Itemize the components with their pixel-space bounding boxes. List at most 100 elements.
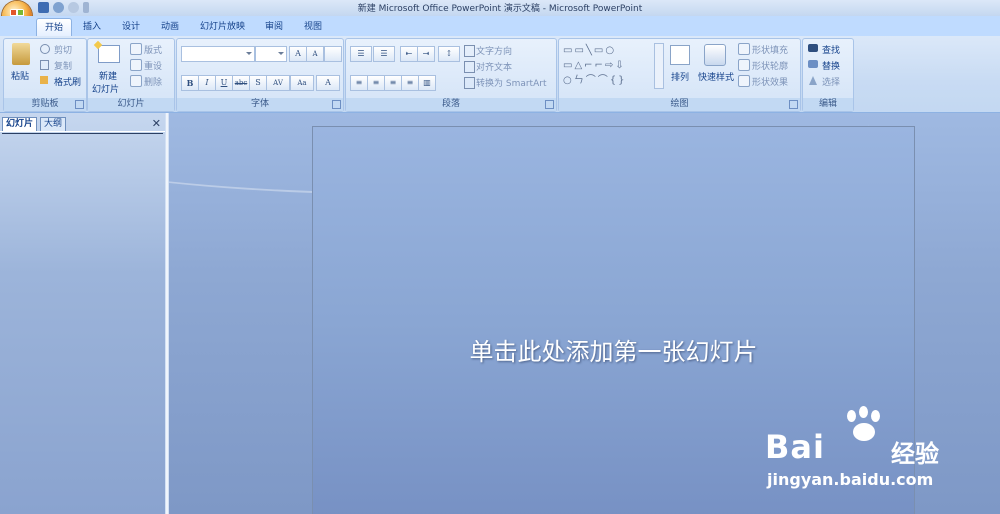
underline-button[interactable]: U: [215, 75, 233, 91]
binoculars-icon: [808, 44, 818, 52]
group-paragraph: ☰ ☰ ⇤ ⇥ ↕ 文字方向 对齐文本 转换为 SmartArt ≡ ≡ ≡ ≡…: [345, 38, 557, 112]
group-clipboard: 粘贴 剪切 复制 格式刷 剪贴板: [3, 38, 87, 112]
watermark-brand-cn: 经验: [891, 440, 939, 468]
dialog-launcher-icon[interactable]: [75, 100, 84, 109]
watermark-url: jingyan.baidu.com: [767, 470, 934, 489]
quick-styles-button[interactable]: 快速样式: [698, 70, 734, 83]
layout-button[interactable]: 版式: [144, 43, 162, 56]
close-pane-icon[interactable]: ✕: [152, 117, 161, 130]
layout-icon: [130, 43, 142, 55]
delete-button[interactable]: 删除: [144, 75, 162, 88]
pane-divider: [2, 133, 163, 134]
group-font: A A B I U abc S AV Aa A 字体: [176, 38, 344, 112]
shrink-font-button[interactable]: A: [306, 46, 324, 62]
group-label-slides: 幻灯片: [88, 98, 174, 111]
shape-outline-icon: [738, 59, 750, 71]
replace-icon: [808, 60, 818, 68]
arrange-button[interactable]: 排列: [671, 70, 689, 83]
dialog-launcher-icon[interactable]: [332, 100, 341, 109]
save-icon[interactable]: [38, 2, 49, 13]
find-button[interactable]: 查找: [822, 43, 840, 56]
paste-icon: [12, 43, 30, 65]
replace-button[interactable]: 替换: [822, 59, 840, 72]
new-slide-label-1[interactable]: 新建: [99, 69, 117, 82]
tab-review[interactable]: 审阅: [265, 18, 283, 36]
customize-qat-icon[interactable]: [83, 2, 89, 13]
line-spacing-icon[interactable]: ↕: [438, 46, 460, 62]
paste-button[interactable]: 粘贴: [11, 69, 29, 82]
font-size-field[interactable]: [255, 46, 287, 62]
align-text-icon: [464, 61, 475, 73]
clear-format-icon[interactable]: [324, 46, 342, 62]
tab-slideshow[interactable]: 幻灯片放映: [200, 18, 245, 36]
text-direction-button[interactable]: 文字方向: [476, 44, 512, 57]
shape-fill-button[interactable]: 形状填充: [752, 43, 788, 56]
bullets-icon[interactable]: ☰: [350, 46, 372, 62]
font-color-button[interactable]: A: [316, 75, 340, 91]
italic-button[interactable]: I: [198, 75, 216, 91]
text-direction-icon: [464, 45, 475, 57]
decrease-indent-icon[interactable]: ⇤: [400, 46, 418, 62]
ribbon: 粘贴 剪切 复制 格式刷 剪贴板 新建 幻灯片 版式 重设 删除 幻灯片 A A…: [0, 36, 1000, 113]
char-spacing-button[interactable]: AV: [266, 75, 290, 91]
new-slide-icon: [98, 45, 120, 63]
gallery-scroll-icon[interactable]: [654, 43, 664, 89]
undo-icon[interactable]: [53, 2, 64, 13]
align-text-button[interactable]: 对齐文本: [476, 60, 512, 73]
align-center-icon[interactable]: ≡: [367, 75, 385, 91]
group-drawing: ▭▭╲▭○ ▭△⌐⌐⇨⇩ ○ㄣ⌒⌒{} 排列 快速样式 形状填充 形状轮廓 形状效果…: [558, 38, 801, 112]
group-label-paragraph: 段落: [346, 98, 556, 111]
ribbon-tabs: 开始 插入 设计 动画 幻灯片放映 审阅 视图: [0, 16, 1000, 37]
group-label-font: 字体: [177, 98, 343, 111]
shape-fill-icon: [738, 43, 750, 55]
tab-view[interactable]: 视图: [304, 18, 322, 36]
chevron-down-icon: [278, 52, 284, 55]
title-placeholder[interactable]: 单击此处添加第一张幻灯片: [313, 332, 914, 367]
slides-outline-pane: 幻灯片 大纲 ✕: [0, 113, 165, 514]
window-title: 新建 Microsoft Office PowerPoint 演示文稿 - Mi…: [357, 4, 643, 14]
shape-effects-button[interactable]: 形状效果: [752, 75, 788, 88]
dialog-launcher-icon[interactable]: [545, 100, 554, 109]
tab-animations[interactable]: 动画: [161, 18, 179, 36]
title-bar: 新建 Microsoft Office PowerPoint 演示文稿 - Mi…: [0, 0, 1000, 16]
justify-icon[interactable]: ≡: [401, 75, 419, 91]
align-left-icon[interactable]: ≡: [350, 75, 368, 91]
group-label-editing: 编辑: [803, 98, 853, 111]
align-right-icon[interactable]: ≡: [384, 75, 402, 91]
new-slide-label-2[interactable]: 幻灯片: [92, 82, 119, 95]
font-name-field[interactable]: [181, 46, 255, 62]
format-painter-button[interactable]: 格式刷: [54, 75, 81, 88]
convert-smartart-button[interactable]: 转换为 SmartArt: [476, 76, 546, 89]
redo-icon[interactable]: [68, 2, 79, 13]
shadow-button[interactable]: S: [249, 75, 267, 91]
tab-slides-pane[interactable]: 幻灯片: [2, 117, 38, 131]
shapes-gallery[interactable]: ▭▭╲▭○ ▭△⌐⌐⇨⇩ ○ㄣ⌒⌒{}: [563, 43, 657, 89]
tab-home[interactable]: 开始: [36, 18, 73, 37]
numbering-icon[interactable]: ☰: [373, 46, 395, 62]
change-case-button[interactable]: Aa: [290, 75, 314, 91]
group-label-drawing: 绘图: [559, 98, 800, 111]
strikethrough-button[interactable]: abc: [232, 75, 250, 91]
quick-styles-icon: [704, 44, 726, 66]
copy-button[interactable]: 复制: [54, 59, 72, 72]
pane-tabs: 幻灯片 大纲 ✕: [0, 115, 165, 132]
shape-outline-button[interactable]: 形状轮廓: [752, 59, 788, 72]
select-button[interactable]: 选择: [822, 75, 840, 88]
reset-icon: [130, 59, 142, 71]
dialog-launcher-icon[interactable]: [789, 100, 798, 109]
baidu-watermark: Bai 经验 jingyan.baidu.com: [765, 400, 965, 500]
tab-insert[interactable]: 插入: [83, 18, 101, 36]
grow-font-button[interactable]: A: [289, 46, 307, 62]
scissors-icon: [40, 44, 50, 54]
tab-outline-pane[interactable]: 大纲: [40, 117, 67, 131]
quick-access-toolbar: [38, 2, 89, 13]
tab-design[interactable]: 设计: [122, 18, 140, 36]
cut-button[interactable]: 剪切: [54, 43, 72, 56]
paw-logo-icon: [841, 406, 891, 454]
reset-button[interactable]: 重设: [144, 59, 162, 72]
group-slides: 新建 幻灯片 版式 重设 删除 幻灯片: [87, 38, 175, 112]
increase-indent-icon[interactable]: ⇥: [417, 46, 435, 62]
bold-button[interactable]: B: [181, 75, 199, 91]
columns-icon[interactable]: ▥: [418, 75, 436, 91]
group-editing: 查找 替换 选择 编辑: [802, 38, 854, 112]
